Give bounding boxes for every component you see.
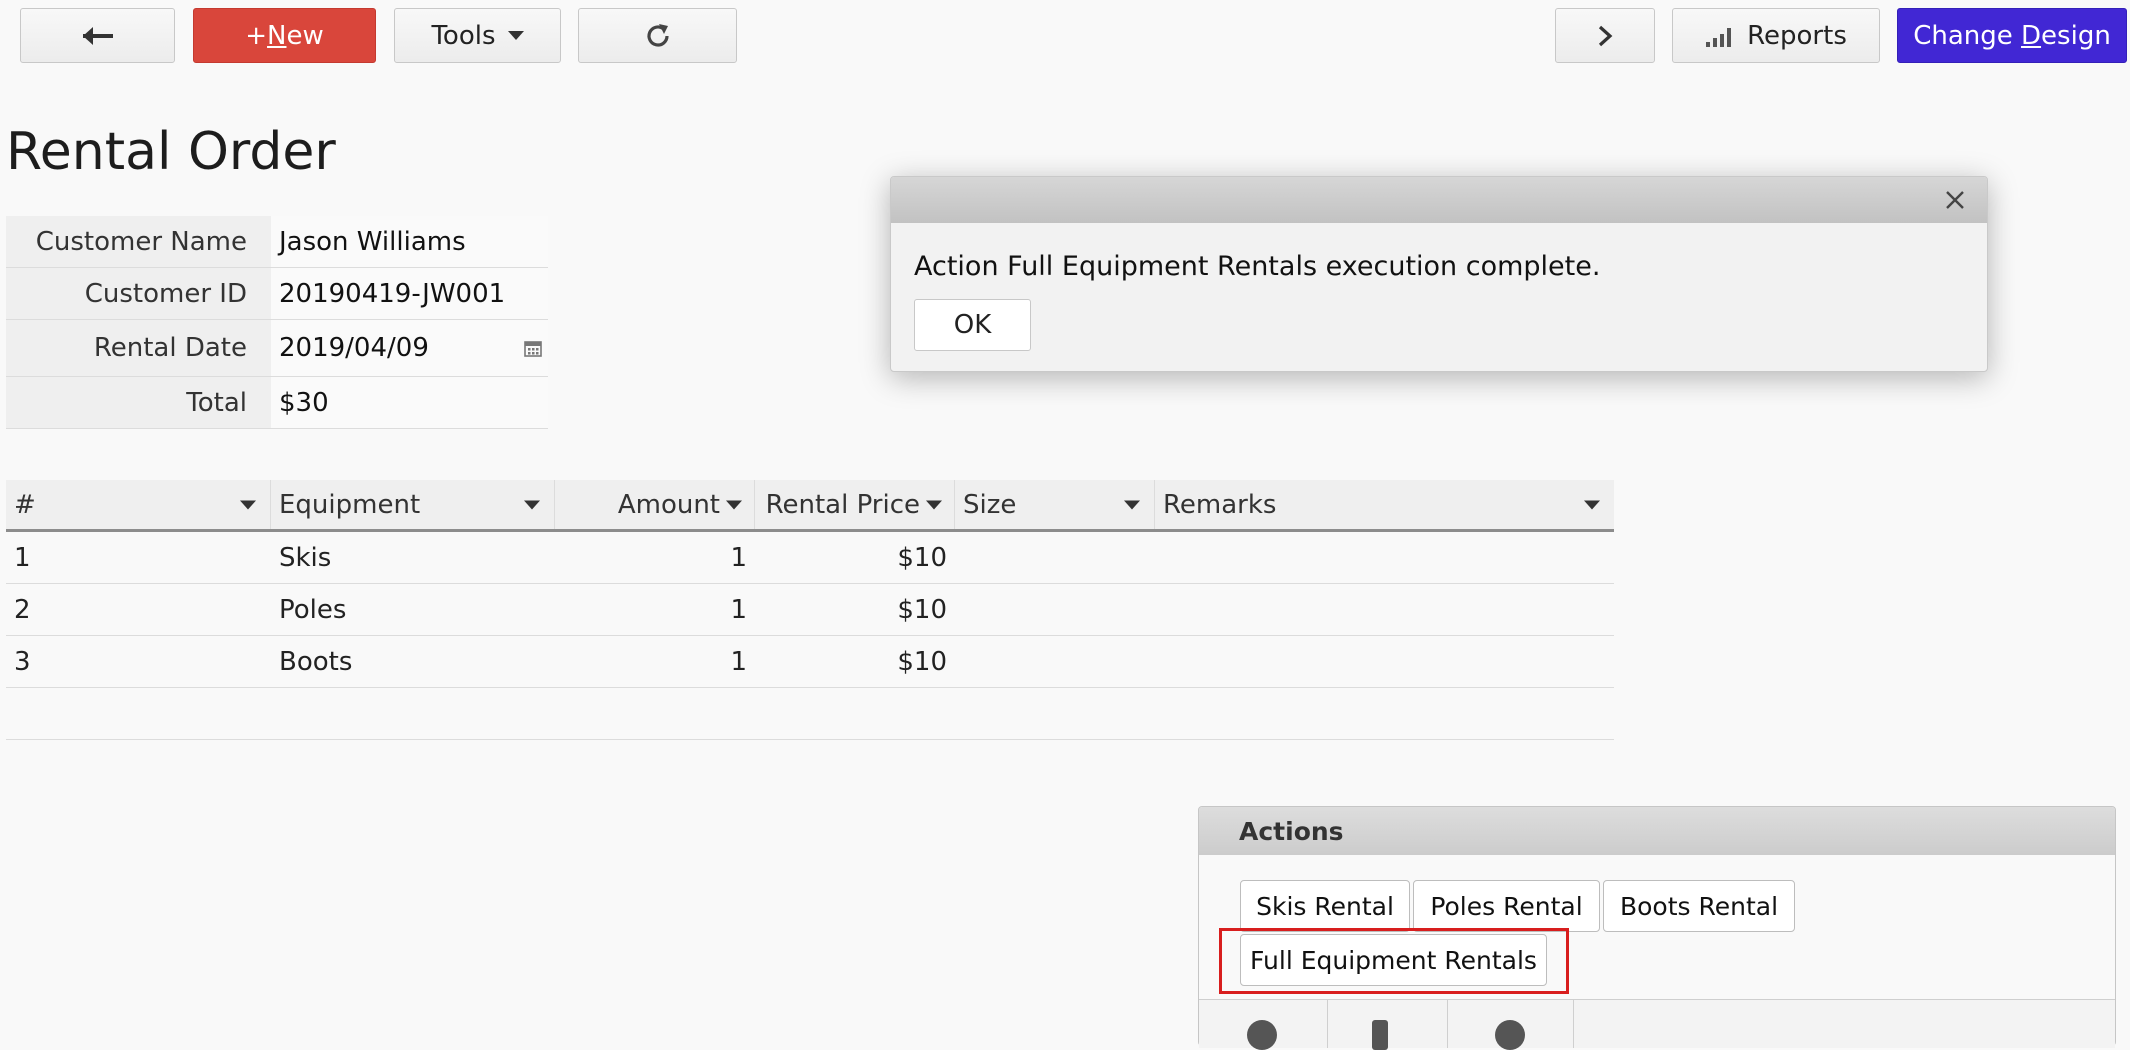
rental-date-row: Rental Date 2019/04/09 — [6, 320, 548, 377]
reports-label: Reports — [1747, 20, 1847, 51]
change-design-accesskey: D — [2021, 20, 2042, 51]
column-header-amount[interactable]: Amount — [555, 480, 755, 529]
table-row[interactable]: 1 Skis 1 $10 — [6, 532, 1614, 584]
cell-size[interactable] — [955, 532, 1155, 583]
poles-rental-button[interactable]: Poles Rental — [1413, 880, 1600, 932]
rental-date-field[interactable]: 2019/04/09 — [271, 320, 548, 376]
new-button-prefix: + — [245, 20, 268, 51]
total-row: Total $30 — [6, 377, 548, 429]
change-design-button[interactable]: Change Design — [1897, 8, 2127, 63]
dialog-titlebar — [891, 177, 1987, 223]
new-button-accesskey: N — [267, 20, 287, 51]
boots-rental-button[interactable]: Boots Rental — [1603, 880, 1795, 932]
table-row[interactable]: 2 Poles 1 $10 — [6, 584, 1614, 636]
close-icon[interactable] — [1945, 190, 1965, 210]
caret-down-icon[interactable] — [240, 500, 256, 509]
column-header-label: Rental Price — [765, 489, 920, 520]
cell-size[interactable] — [955, 636, 1155, 687]
equipment-grid: # Equipment Amount Rental Price Size Rem… — [6, 480, 1614, 740]
cell-remarks[interactable] — [1155, 636, 1614, 687]
column-header-equipment[interactable]: Equipment — [271, 480, 555, 529]
back-button[interactable] — [20, 8, 175, 63]
change-design-rest: esign — [2041, 20, 2111, 51]
cell-rental-price[interactable]: $10 — [755, 636, 955, 687]
grid-header: # Equipment Amount Rental Price Size Rem… — [6, 480, 1614, 532]
footer-tab[interactable] — [1327, 1000, 1448, 1050]
arrow-left-icon — [82, 26, 113, 45]
caret-down-icon[interactable] — [1124, 500, 1140, 509]
reports-button[interactable]: Reports — [1672, 8, 1880, 63]
column-header-size[interactable]: Size — [955, 480, 1155, 529]
rental-date-label: Rental Date — [6, 320, 271, 376]
change-design-prefix: Change — [1913, 20, 2022, 51]
lightning-icon — [1372, 1020, 1388, 1050]
total-value: $30 — [271, 377, 548, 428]
customer-id-row: Customer ID 20190419-JW001 — [6, 268, 548, 320]
page-title: Rental Order — [6, 122, 336, 182]
dialog-message: Action Full Equipment Rentals execution … — [914, 251, 1601, 282]
ok-button[interactable]: OK — [914, 299, 1031, 351]
caret-down-icon[interactable] — [524, 500, 540, 509]
column-header-label: Equipment — [279, 489, 421, 520]
cell-rental-price[interactable]: $10 — [755, 584, 955, 635]
cell-number[interactable]: 2 — [6, 584, 271, 635]
footer-tab[interactable] — [1447, 1000, 1574, 1050]
actions-title: Actions — [1199, 807, 2115, 855]
tools-label: Tools — [431, 20, 496, 51]
refresh-button[interactable] — [578, 8, 737, 63]
customer-name-row: Customer Name Jason Williams — [6, 216, 548, 268]
calendar-icon[interactable] — [524, 339, 542, 357]
highlight-box — [1219, 928, 1569, 994]
caret-down-icon — [507, 31, 524, 40]
skis-rental-button[interactable]: Skis Rental — [1240, 880, 1410, 932]
customer-name-label: Customer Name — [6, 216, 271, 267]
confirmation-dialog: Action Full Equipment Rentals execution … — [890, 176, 1988, 372]
next-record-button[interactable] — [1555, 8, 1655, 63]
cell-number[interactable]: 3 — [6, 636, 271, 687]
info-icon — [1495, 1020, 1525, 1050]
column-header-label: Amount — [617, 489, 720, 520]
customer-name-field[interactable]: Jason Williams — [271, 216, 548, 267]
cell-equipment[interactable]: Poles — [271, 584, 555, 635]
total-label: Total — [6, 377, 271, 428]
cell-rental-price[interactable]: $10 — [755, 532, 955, 583]
cell-equipment[interactable]: Boots — [271, 636, 555, 687]
column-header-label: Remarks — [1163, 489, 1277, 520]
cell-equipment[interactable]: Skis — [271, 532, 555, 583]
customer-id-label: Customer ID — [6, 268, 271, 319]
rental-date-value: 2019/04/09 — [279, 333, 429, 363]
cell-remarks[interactable] — [1155, 532, 1614, 583]
cell-size[interactable] — [955, 584, 1155, 635]
comment-icon — [1247, 1020, 1277, 1050]
cell-remarks[interactable] — [1155, 584, 1614, 635]
bar-signal-icon — [1706, 27, 1732, 47]
cell-amount[interactable]: 1 — [555, 532, 755, 583]
column-header-label: Size — [963, 489, 1017, 520]
caret-down-icon[interactable] — [1584, 500, 1600, 509]
column-header-number[interactable]: # — [6, 480, 271, 529]
chevron-right-icon — [1598, 25, 1613, 46]
cell-number[interactable] — [6, 688, 271, 739]
cell-number[interactable]: 1 — [6, 532, 271, 583]
cell-amount[interactable]: 1 — [555, 636, 755, 687]
customer-id-field[interactable]: 20190419-JW001 — [271, 268, 548, 319]
cell-amount[interactable]: 1 — [555, 584, 755, 635]
tools-dropdown-button[interactable]: Tools — [394, 8, 561, 63]
caret-down-icon[interactable] — [726, 500, 742, 509]
column-header-rental-price[interactable]: Rental Price — [755, 480, 955, 529]
new-button-rest: ew — [286, 20, 324, 51]
empty-new-row[interactable] — [6, 688, 1614, 740]
table-row[interactable]: 3 Boots 1 $10 — [6, 636, 1614, 688]
refresh-icon — [646, 23, 669, 47]
column-header-label: # — [14, 489, 36, 520]
footer-tab[interactable] — [1199, 1000, 1328, 1050]
order-form: Customer Name Jason Williams Customer ID… — [6, 216, 548, 429]
new-button[interactable]: + New — [193, 8, 376, 63]
column-header-remarks[interactable]: Remarks — [1155, 480, 1614, 529]
caret-down-icon[interactable] — [926, 500, 942, 509]
